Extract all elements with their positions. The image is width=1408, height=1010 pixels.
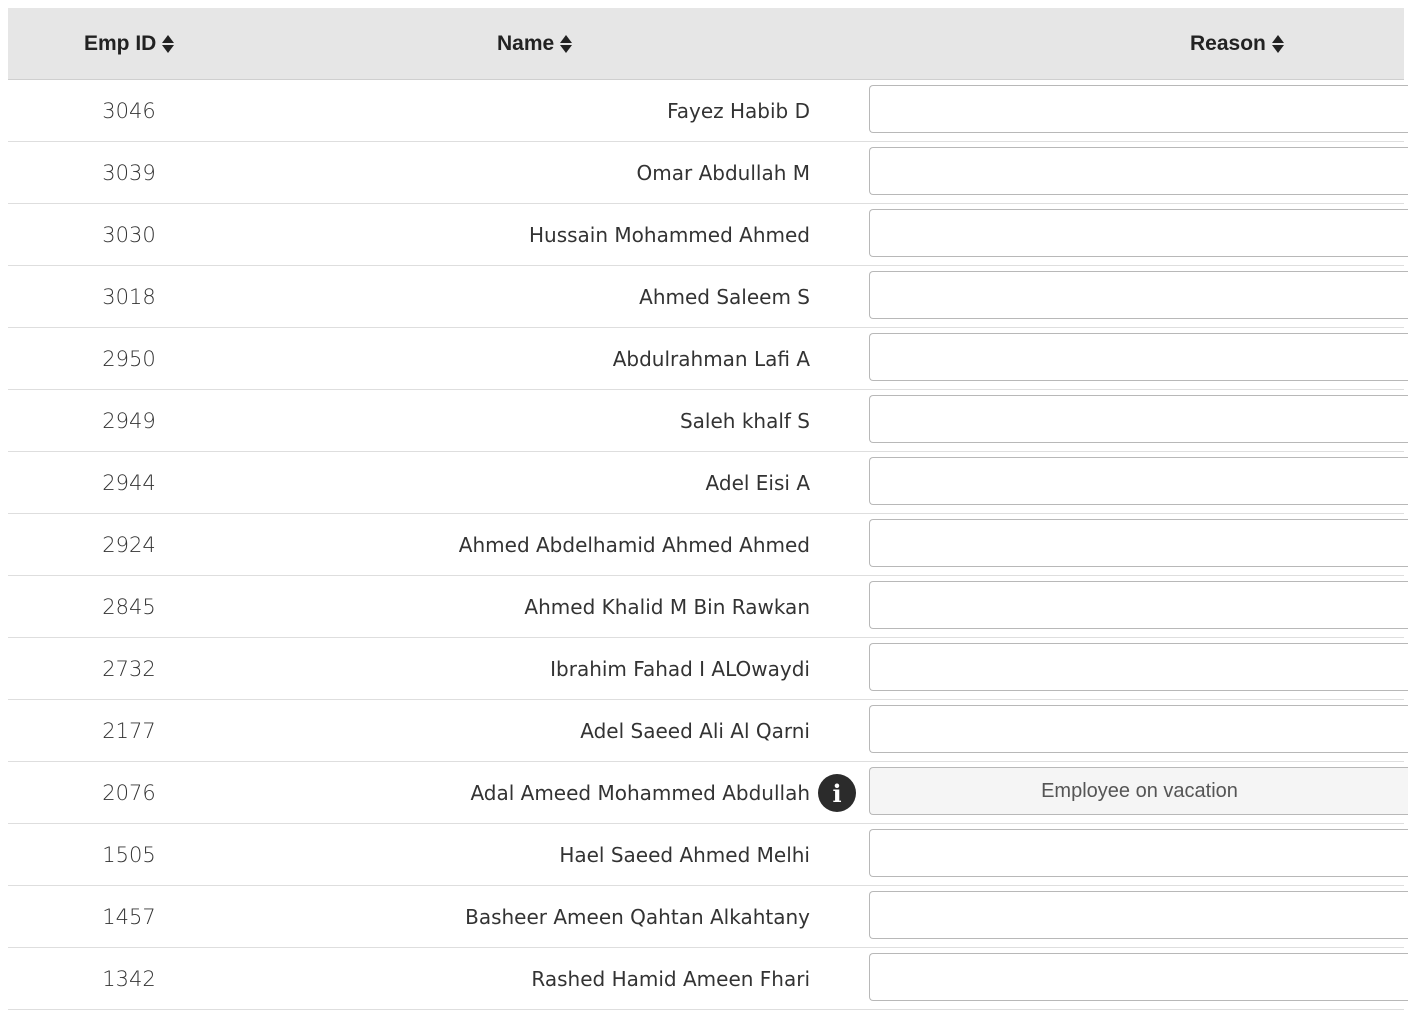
emp-id-cell: 2949 (102, 408, 156, 433)
reason-input[interactable] (869, 147, 1408, 195)
reason-input[interactable] (869, 953, 1408, 1001)
reason-input[interactable] (869, 271, 1408, 319)
reason-input[interactable] (869, 519, 1408, 567)
reason-input[interactable] (869, 829, 1408, 877)
employee-table: Emp ID Name Reason 3046 Fayez Habib D 30… (8, 8, 1408, 1010)
column-header-label: Emp ID (84, 31, 157, 55)
emp-id-cell: 2076 (102, 780, 156, 805)
sort-icon[interactable] (1271, 34, 1284, 54)
emp-id-cell: 3039 (102, 160, 156, 185)
table-row: 1505 Hael Saeed Ahmed Melhi (8, 824, 1408, 886)
name-cell: Hael Saeed Ahmed Melhi (559, 842, 810, 867)
table-body: 3046 Fayez Habib D 3039 Omar Abdullah M … (8, 80, 1408, 1010)
name-cell: Ahmed Khalid M Bin Rawkan (524, 594, 810, 619)
name-cell: Saleh khalf S (679, 408, 810, 433)
column-header-name[interactable]: Name (497, 8, 573, 79)
name-cell: Adel Eisi A (705, 470, 810, 495)
name-cell: Fayez Habib D (667, 98, 810, 123)
name-cell: Hussain Mohammed Ahmed (529, 222, 810, 247)
reason-input[interactable] (869, 333, 1408, 381)
emp-id-cell: 3030 (102, 222, 156, 247)
table-row: 2950 Abdulrahman Lafi A (8, 328, 1408, 390)
table-row: 2177 Adel Saeed Ali Al Qarni (8, 700, 1408, 762)
emp-id-cell: 2944 (102, 470, 156, 495)
emp-id-cell: 3018 (102, 284, 156, 309)
name-cell: Ibrahim Fahad I ALOwaydi (550, 656, 810, 681)
table-row: 2845 Ahmed Khalid M Bin Rawkan (8, 576, 1408, 638)
sort-icon[interactable] (560, 34, 573, 54)
name-cell: Ahmed Abdelhamid Ahmed Ahmed (458, 532, 810, 557)
table-row: 3039 Omar Abdullah M (8, 142, 1408, 204)
name-cell: Basheer Ameen Qahtan Alkahtany (465, 904, 810, 929)
reason-input[interactable] (869, 457, 1408, 505)
table-row: 1342 Rashed Hamid Ameen Fhari (8, 948, 1408, 1010)
reason-input[interactable] (869, 581, 1408, 629)
table-row: 2944 Adel Eisi A (8, 452, 1408, 514)
reason-input[interactable] (869, 209, 1408, 257)
emp-id-cell: 2177 (102, 718, 156, 743)
column-header-reason[interactable]: Reason (1190, 8, 1284, 79)
reason-input[interactable] (869, 643, 1408, 691)
column-header-label: Name (497, 31, 555, 55)
name-cell: Rashed Hamid Ameen Fhari (531, 966, 810, 991)
name-cell: Abdulrahman Lafi A (612, 346, 810, 371)
name-cell: Ahmed Saleem S (639, 284, 810, 309)
reason-input[interactable] (869, 85, 1408, 133)
reason-input[interactable] (869, 767, 1408, 815)
name-cell: Adel Saeed Ali Al Qarni (580, 718, 810, 743)
table-row: 3018 Ahmed Saleem S (8, 266, 1408, 328)
emp-id-cell: 2845 (102, 594, 156, 619)
info-icon[interactable]: i (818, 774, 856, 812)
table-row: 3046 Fayez Habib D (8, 80, 1408, 142)
emp-id-cell: 1457 (102, 904, 156, 929)
column-header-emp-id[interactable]: Emp ID (84, 8, 175, 79)
emp-id-cell: 1505 (102, 842, 156, 867)
reason-input[interactable] (869, 891, 1408, 939)
reason-input[interactable] (869, 395, 1408, 443)
table-header: Emp ID Name Reason (8, 8, 1404, 80)
table-row: 1457 Basheer Ameen Qahtan Alkahtany (8, 886, 1408, 948)
sort-icon[interactable] (162, 34, 175, 54)
column-header-label: Reason (1190, 31, 1266, 55)
table-row: 2076 Adal Ameed Mohammed Abdullah i (8, 762, 1408, 824)
emp-id-cell: 1342 (102, 966, 156, 991)
emp-id-cell: 2732 (102, 656, 156, 681)
table-row: 2924 Ahmed Abdelhamid Ahmed Ahmed (8, 514, 1408, 576)
name-cell: Omar Abdullah M (636, 160, 810, 185)
table-row: 2949 Saleh khalf S (8, 390, 1408, 452)
table-row: 2732 Ibrahim Fahad I ALOwaydi (8, 638, 1408, 700)
emp-id-cell: 2950 (102, 346, 156, 371)
table-row: 3030 Hussain Mohammed Ahmed (8, 204, 1408, 266)
reason-input[interactable] (869, 705, 1408, 753)
name-cell: Adal Ameed Mohammed Abdullah (470, 780, 810, 805)
emp-id-cell: 2924 (102, 532, 156, 557)
emp-id-cell: 3046 (102, 98, 156, 123)
